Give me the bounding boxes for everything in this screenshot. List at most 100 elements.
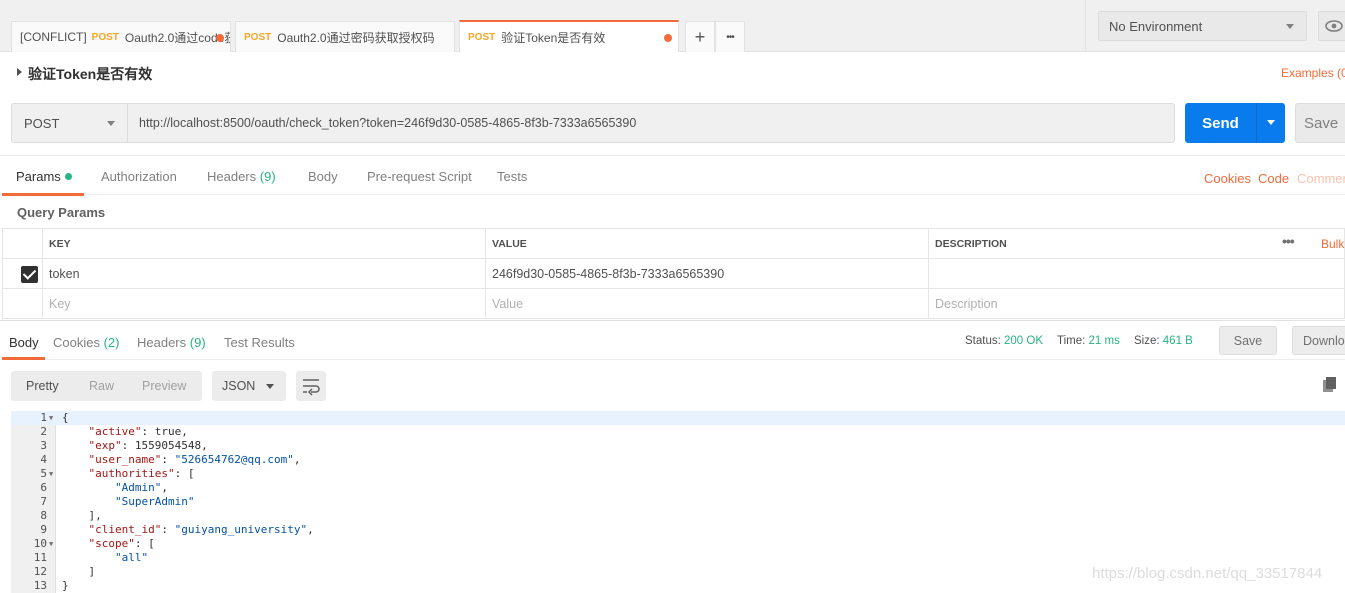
code-line: 3 "exp": 1559054548, (11, 439, 1345, 453)
json-key: "active" (88, 425, 142, 438)
tab-params[interactable]: Params (16, 169, 72, 184)
line-number: 8 (40, 509, 47, 522)
watermark: https://blog.csdn.net/qq_33517844 (1092, 565, 1323, 582)
code-text: ], (88, 509, 102, 522)
tab-response-cookies[interactable]: Cookies (2) (53, 335, 119, 350)
request-tab-2[interactable]: POST Oauth2.0通过密码获取授权码 (235, 21, 455, 52)
environment-quick-look-button[interactable] (1318, 11, 1345, 41)
code-text: "scope": [ (88, 537, 155, 550)
code-text: "SuperAdmin" (62, 495, 194, 509)
tab-method: POST (244, 31, 272, 43)
response-tabs: Body Cookies (2) Headers (9) Test Result… (0, 320, 1345, 360)
comments-link[interactable]: Comments (1297, 171, 1345, 186)
status-readout: Status: 200 OK (965, 335, 1043, 347)
new-row-checkbox-cell (2, 289, 43, 319)
json-string: "Admin" (114, 481, 162, 494)
tab-headers[interactable]: Headers (9) (207, 169, 276, 184)
tab-title: 验证Token是否有效 (501, 30, 606, 45)
send-button[interactable]: Send (1185, 103, 1256, 143)
param-enabled-checkbox[interactable] (21, 266, 38, 283)
tab-method: POST (91, 31, 119, 43)
tab-headers-label: Headers (207, 169, 257, 184)
code-line: 9 "client_id": "guiyang_university", (11, 523, 1345, 537)
active-tab-underline (2, 357, 45, 360)
cookies-link[interactable]: Cookies (1204, 171, 1251, 186)
view-mode-group: Pretty Raw Preview (11, 371, 202, 401)
column-header-key: KEY (43, 228, 486, 259)
request-tab-1[interactable]: [CONFLICT] POST Oauth2.0通过code获 (11, 21, 231, 52)
tab-authorization[interactable]: Authorization (101, 169, 177, 184)
code-text: "authorities": [ (88, 467, 195, 480)
line-number: 12 (33, 565, 47, 578)
code-link[interactable]: Code (1258, 171, 1289, 186)
tab-body[interactable]: Body (308, 169, 338, 184)
json-key: "authorities" (88, 467, 175, 480)
code-text: { (62, 411, 69, 424)
fold-toggle-icon[interactable]: ▼ (49, 467, 53, 481)
headers-count: (9) (259, 169, 276, 184)
pretty-view-button[interactable]: Pretty (26, 379, 59, 393)
tab-response-body[interactable]: Body (9, 335, 39, 350)
tab-prerequest-script[interactable]: Pre-request Script (367, 169, 472, 184)
json-key: "exp" (88, 439, 122, 452)
request-name: 验证Token是否有效 (28, 66, 153, 82)
copy-icon[interactable] (1322, 377, 1338, 393)
code-line: 5 ▼ "authorities": [ (11, 467, 1345, 481)
raw-view-button[interactable]: Raw (89, 379, 114, 393)
bulk-edit-link[interactable]: Bulk Edit (1321, 237, 1345, 251)
save-request-button[interactable]: Save (1295, 103, 1345, 143)
wrap-icon (303, 379, 320, 396)
request-name-row: 验证Token是否有效 Examples (0) (0, 52, 1345, 92)
code-text: "all" (62, 551, 148, 565)
code-text: ] (88, 565, 96, 578)
download-response-button[interactable]: Download (1292, 326, 1345, 355)
fold-toggle-icon[interactable]: ▼ (49, 411, 53, 425)
tab-params-label: Params (16, 169, 61, 184)
examples-link[interactable]: Examples (0) (1281, 66, 1345, 80)
chevron-down-icon (1286, 24, 1294, 29)
json-string: "SuperAdmin" (114, 495, 195, 508)
tab-headers-label: Headers (137, 335, 187, 350)
line-number: 4 (40, 453, 47, 466)
expand-triangle-icon[interactable] (17, 68, 22, 76)
environment-select[interactable]: No Environment (1098, 11, 1307, 41)
code-text: "client_id": "guiyang_university", (88, 523, 314, 536)
tab-response-headers[interactable]: Headers (9) (137, 335, 206, 350)
request-tab-3[interactable]: POST 验证Token是否有效 (459, 20, 679, 52)
param-key-input[interactable]: token (43, 259, 486, 289)
preview-view-button[interactable]: Preview (142, 379, 186, 393)
param-value-input[interactable]: 246f9d30-0585-4865-8f3b-7333a6565390 (486, 259, 929, 289)
new-tab-button[interactable]: + (685, 21, 715, 52)
tab-tests[interactable]: Tests (497, 169, 527, 184)
chevron-down-icon (107, 121, 115, 126)
active-tab-underline (2, 193, 84, 196)
tab-test-results[interactable]: Test Results (224, 335, 295, 350)
code-line: 4 "user_name": "526654762@qq.com", (11, 453, 1345, 467)
new-value-input[interactable]: Value (486, 289, 929, 319)
request-tabs: Params Authorization Headers (9) Body Pr… (0, 155, 1345, 195)
method-value: POST (24, 115, 60, 131)
url-input[interactable]: http://localhost:8500/oauth/check_token?… (127, 103, 1175, 143)
code-text: "active": true, (88, 425, 188, 438)
param-description-input[interactable] (929, 259, 1345, 289)
line-number: 10 (33, 537, 47, 550)
save-response-button[interactable]: Save (1219, 326, 1277, 355)
line-number: 11 (33, 551, 47, 564)
chevron-down-icon (1267, 120, 1275, 125)
chevron-down-icon (266, 384, 274, 389)
send-options-button[interactable] (1256, 103, 1285, 143)
fold-toggle-icon[interactable]: ▼ (49, 537, 53, 551)
more-options-icon[interactable]: ••• (1282, 233, 1295, 249)
new-key-input[interactable]: Key (43, 289, 486, 319)
size-value: 461 B (1162, 335, 1193, 347)
wrap-lines-button[interactable] (296, 371, 326, 401)
tab-conflict-prefix: [CONFLICT] (20, 30, 87, 44)
environment-value: No Environment (1109, 18, 1203, 34)
line-number: 2 (40, 425, 47, 438)
new-description-input[interactable]: Description (929, 289, 1345, 319)
json-string: "guiyang_university" (174, 523, 308, 536)
format-select[interactable]: JSON (212, 371, 286, 401)
method-select[interactable]: POST (11, 103, 127, 143)
more-tabs-button[interactable]: ••• (715, 21, 745, 52)
code-text: } (62, 579, 69, 592)
